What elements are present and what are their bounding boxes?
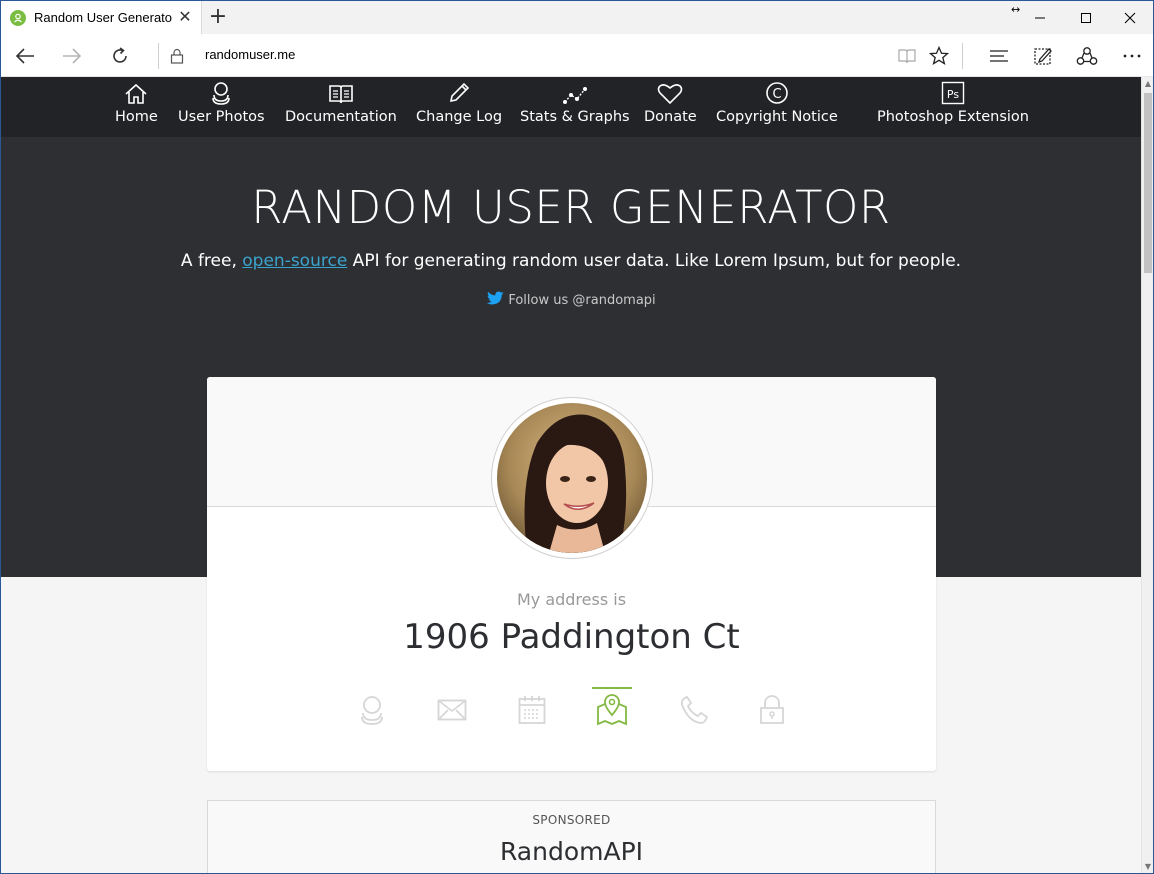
info-tabs (207, 687, 936, 737)
twitter-follow[interactable]: Follow us @randomapi (1, 291, 1141, 310)
more-icon[interactable] (1116, 40, 1148, 72)
mail-icon (437, 699, 467, 725)
nav-change-log[interactable]: Change Log (416, 77, 502, 137)
url-field[interactable]: randomuser.me (205, 47, 295, 62)
maximize-button[interactable] (1063, 1, 1109, 34)
nav-donate[interactable]: Donate (644, 77, 697, 137)
reading-view-icon[interactable] (891, 40, 923, 72)
forward-button[interactable] (56, 40, 88, 72)
user-card: My address is 1906 Paddington Ct (207, 377, 936, 771)
nav-user-photos[interactable]: User Photos (178, 77, 265, 137)
home-icon (124, 77, 148, 107)
lock-icon (759, 695, 785, 729)
title-bar: Random User Generato ✕ + ↔ (1, 1, 1153, 34)
heart-icon (657, 77, 683, 107)
browser-window: Random User Generato ✕ + ↔ randomuser.me (0, 0, 1154, 874)
tab-birthday[interactable] (502, 687, 562, 737)
avatar (491, 397, 653, 559)
phone-icon (679, 695, 709, 729)
user-photo (497, 403, 647, 553)
lock-icon (161, 40, 193, 72)
graph-icon (562, 77, 588, 107)
address-bar-row: randomuser.me (1, 34, 1153, 77)
back-button[interactable] (9, 40, 41, 72)
photoshop-icon: Ps (941, 77, 965, 107)
sponsored-box: SPONSORED RandomAPI (207, 800, 936, 873)
info-value: 1906 Paddington Ct (403, 617, 740, 657)
user-icon (209, 77, 233, 107)
web-note-icon[interactable] (1027, 40, 1059, 72)
svg-text:Ps: Ps (947, 88, 959, 101)
hero-subtitle: A free, open-source API for generating r… (180, 251, 962, 271)
vertical-scrollbar[interactable]: ▲ ▼ (1141, 77, 1153, 873)
share-icon[interactable] (1071, 40, 1103, 72)
minimize-button[interactable] (1017, 1, 1063, 34)
info-label: My address is (516, 590, 627, 609)
pencil-icon (447, 77, 471, 107)
svg-text:C: C (772, 87, 781, 102)
copyright-icon: C (765, 77, 789, 107)
refresh-button[interactable] (104, 40, 136, 72)
open-source-link[interactable]: open-source (242, 251, 347, 271)
close-window-button[interactable] (1107, 1, 1153, 34)
book-icon (328, 77, 354, 107)
tab-phone[interactable] (664, 687, 724, 737)
follow-text: Follow us @randomapi (508, 293, 656, 308)
new-tab-button[interactable]: + (205, 5, 231, 31)
user-icon (357, 694, 387, 730)
favorite-star-icon[interactable] (923, 40, 955, 72)
nav-documentation[interactable]: Documentation (285, 77, 397, 137)
scroll-up-icon[interactable]: ▲ (1144, 79, 1152, 89)
nav-photoshop-extension[interactable]: Ps Photoshop Extension (877, 77, 1029, 137)
tab-title: Random User Generato (34, 10, 173, 25)
tab-close-icon[interactable]: ✕ (177, 9, 193, 25)
tab-email[interactable] (422, 687, 482, 737)
browser-tab[interactable]: Random User Generato ✕ (1, 1, 202, 34)
tab-password[interactable] (742, 687, 802, 737)
sponsored-label: SPONSORED (532, 813, 611, 827)
separator (158, 43, 159, 69)
separator (962, 43, 963, 69)
web-page: Home User Photos Documentation Change Lo… (1, 77, 1141, 873)
scroll-thumb[interactable] (1144, 93, 1152, 273)
hub-icon[interactable] (983, 40, 1015, 72)
tab-name[interactable] (342, 687, 402, 737)
hero-title: RANDOM USER GENERATOR (251, 181, 891, 234)
twitter-icon (486, 291, 504, 310)
nav-home[interactable]: Home (115, 77, 158, 137)
scroll-down-icon[interactable]: ▼ (1144, 862, 1152, 872)
site-navigation: Home User Photos Documentation Change Lo… (1, 77, 1141, 137)
sponsor-title[interactable]: RandomAPI (208, 837, 935, 866)
nav-stats-graphs[interactable]: Stats & Graphs (520, 77, 630, 137)
calendar-icon (518, 695, 546, 729)
favicon-icon (10, 9, 26, 26)
nav-copyright-notice[interactable]: C Copyright Notice (716, 77, 838, 137)
map-icon (595, 693, 629, 731)
tab-location[interactable] (582, 687, 642, 737)
